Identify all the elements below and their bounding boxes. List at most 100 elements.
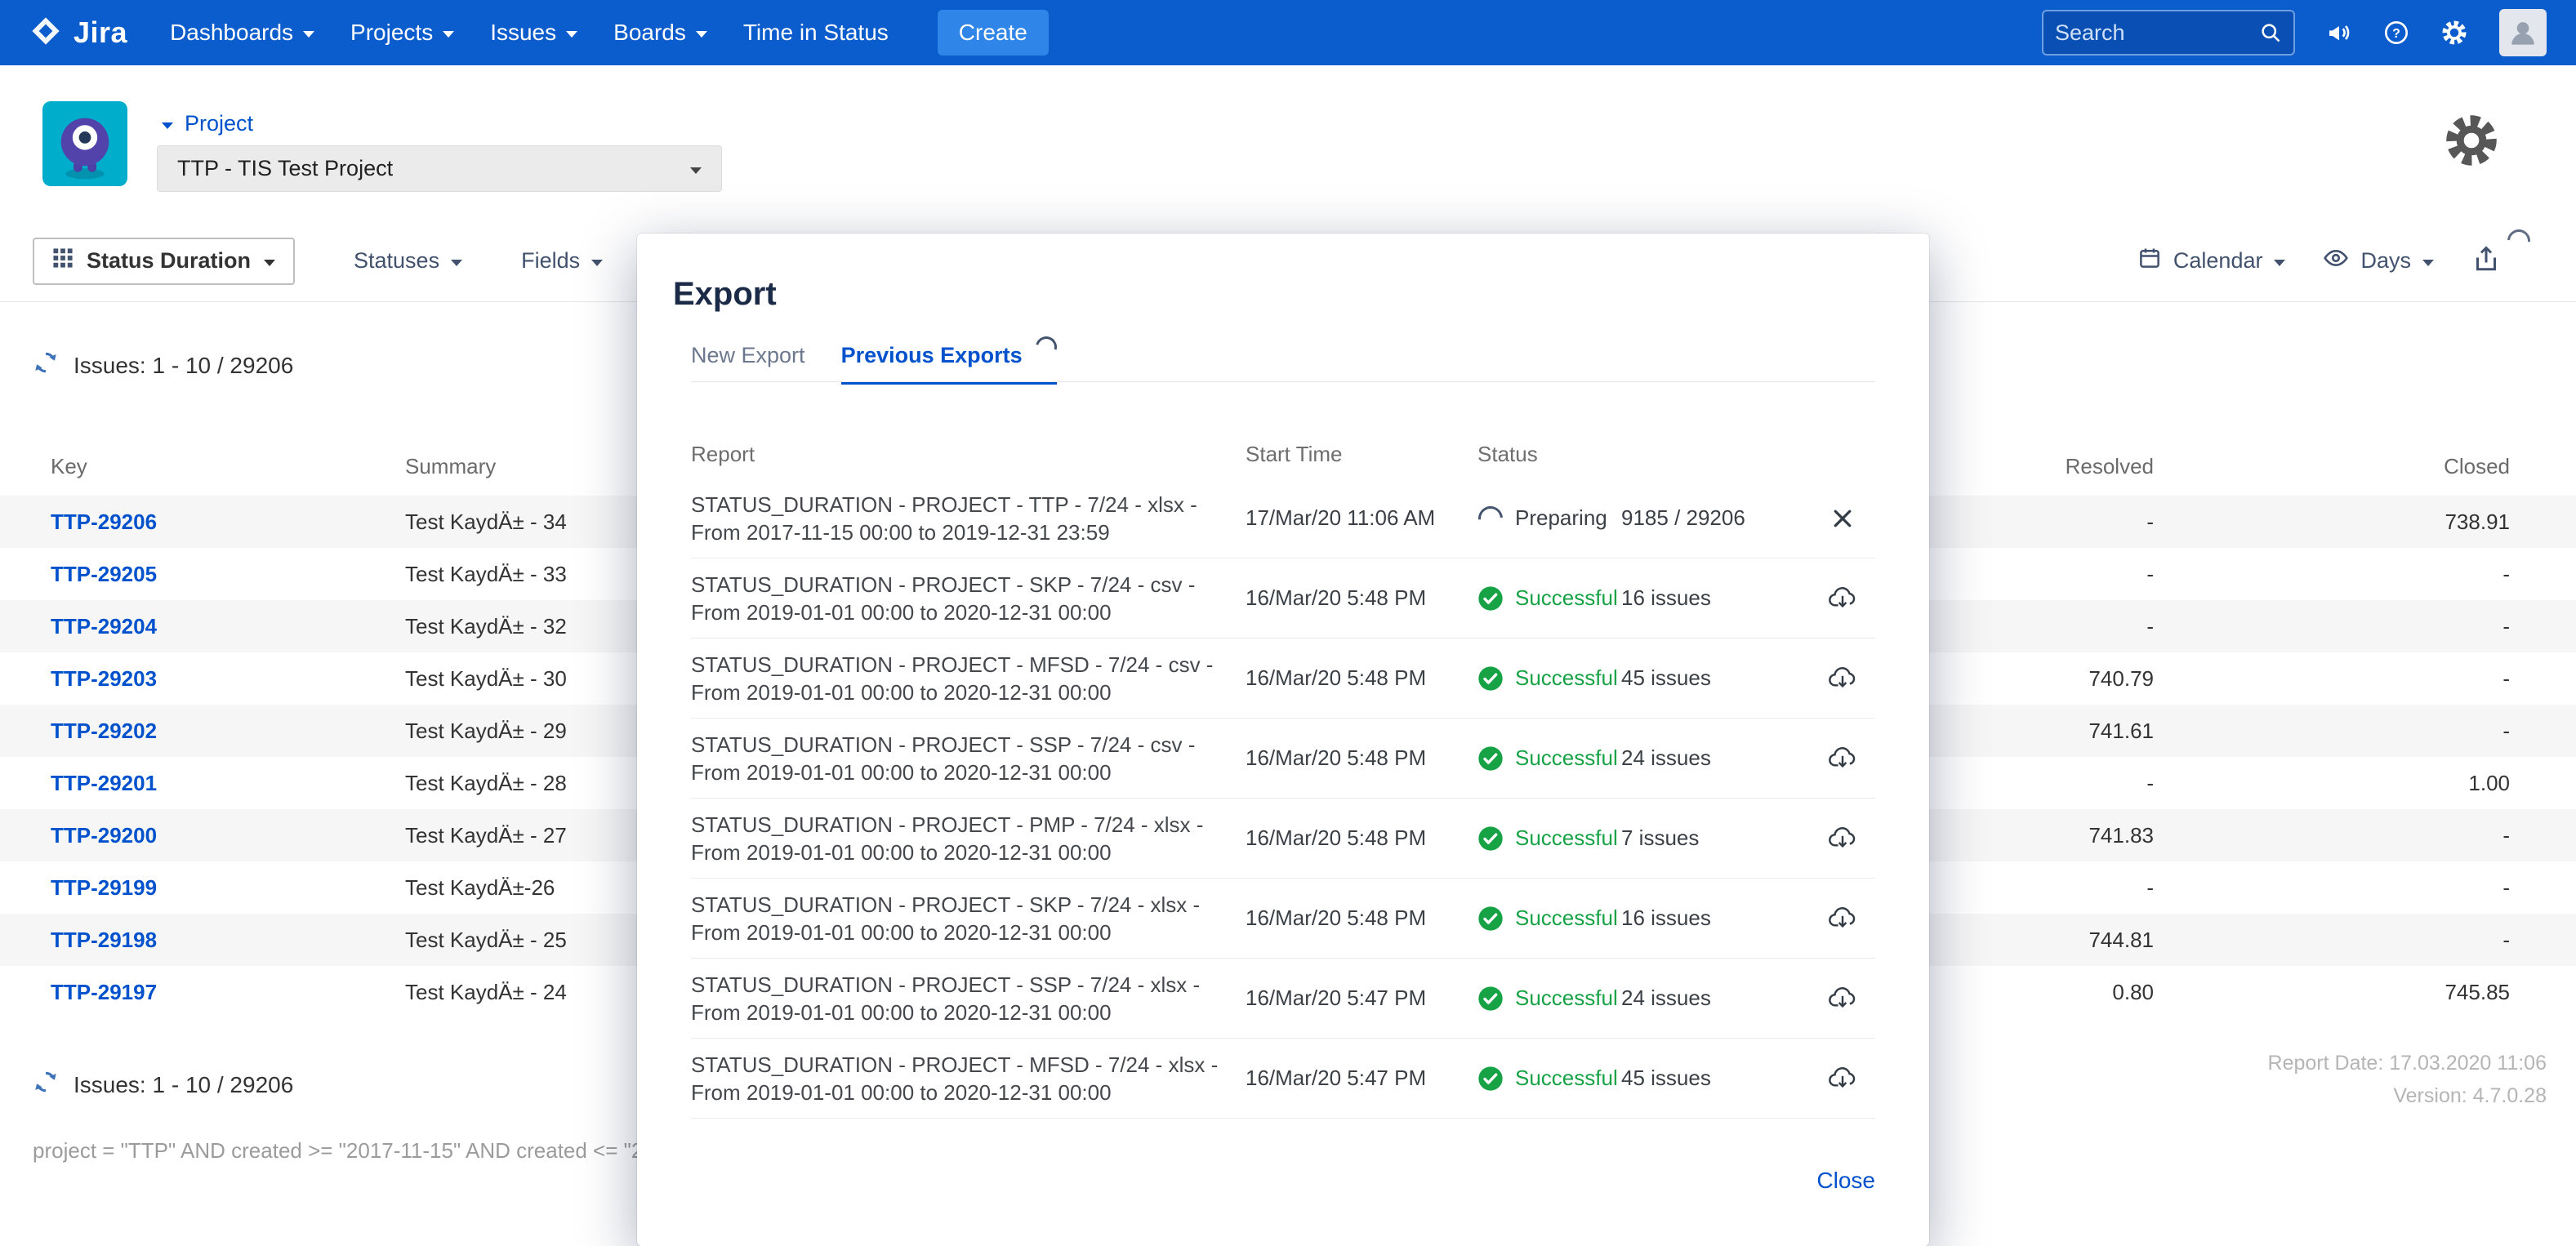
- project-breadcrumb[interactable]: Project: [162, 111, 253, 136]
- calendar-dropdown[interactable]: Calendar: [2137, 246, 2286, 276]
- issue-key-link[interactable]: TTP-29204: [51, 614, 405, 639]
- modal-title: Export: [673, 276, 777, 313]
- export-start-time: 16/Mar/20 5:48 PM: [1246, 825, 1477, 851]
- days-dropdown[interactable]: Days: [2323, 245, 2434, 277]
- tab-new-export[interactable]: New Export: [691, 343, 805, 381]
- issue-key-link[interactable]: TTP-29203: [51, 666, 405, 692]
- tab-label: New Export: [691, 343, 805, 368]
- issue-closed: -: [2154, 719, 2510, 744]
- nav-item-boards[interactable]: Boards: [613, 20, 707, 46]
- download-export-button[interactable]: [1810, 585, 1875, 612]
- issue-key-link[interactable]: TTP-29201: [51, 771, 405, 796]
- download-cloud-icon: [1827, 1065, 1858, 1092]
- tab-spinner-icon: [1032, 332, 1061, 362]
- column-closed[interactable]: Closed: [2154, 454, 2510, 479]
- export-report-name: STATUS_DURATION - PROJECT - SSP - 7/24 -…: [691, 971, 1246, 1026]
- calendar-icon: [2137, 246, 2162, 276]
- status-duration-button[interactable]: Status Duration: [33, 238, 295, 285]
- status-label: Preparing: [1515, 505, 1621, 531]
- preparing-spinner-icon: [1477, 505, 1504, 532]
- download-export-button[interactable]: [1810, 825, 1875, 852]
- search-input[interactable]: [2055, 20, 2259, 46]
- export-report-name: STATUS_DURATION - PROJECT - SSP - 7/24 -…: [691, 731, 1246, 786]
- brand-text: Jira: [74, 16, 127, 50]
- nav-item-dashboards[interactable]: Dashboards: [170, 20, 314, 46]
- cancel-export-button[interactable]: [1810, 506, 1875, 531]
- cancel-x-icon: [1830, 506, 1855, 531]
- project-avatar: [42, 101, 127, 186]
- download-export-button[interactable]: [1810, 745, 1875, 772]
- search-box[interactable]: [2042, 10, 2295, 56]
- report-meta: Report Date: 17.03.2020 11:06 Version: 4…: [2268, 1047, 2547, 1112]
- issue-key-link[interactable]: TTP-29198: [51, 928, 405, 953]
- export-status: Successful 24 issues: [1477, 986, 1810, 1012]
- create-button[interactable]: Create: [938, 10, 1049, 56]
- download-export-button[interactable]: [1810, 905, 1875, 932]
- download-export-button[interactable]: [1810, 665, 1875, 692]
- export-start-time: 16/Mar/20 5:48 PM: [1246, 665, 1477, 691]
- status-detail: 16 issues: [1621, 585, 1711, 611]
- issue-closed: -: [2154, 875, 2510, 901]
- issue-key-link[interactable]: TTP-29202: [51, 719, 405, 744]
- statuses-dropdown[interactable]: Statuses: [354, 248, 462, 274]
- user-avatar[interactable]: [2499, 9, 2547, 56]
- chevron-down-icon: [264, 260, 275, 266]
- refresh-icon[interactable]: [33, 349, 59, 381]
- column-key[interactable]: Key: [51, 454, 405, 479]
- export-start-time: 16/Mar/20 5:47 PM: [1246, 986, 1477, 1011]
- download-cloud-icon: [1827, 665, 1858, 692]
- issue-closed: -: [2154, 823, 2510, 848]
- column-status: Status: [1477, 442, 1810, 467]
- tab-previous-exports[interactable]: Previous Exports: [841, 343, 1057, 385]
- success-check-icon: [1477, 986, 1504, 1012]
- issue-key-link[interactable]: TTP-29197: [51, 980, 405, 1005]
- calendar-label: Calendar: [2173, 248, 2263, 274]
- settings-gear-icon[interactable]: [2442, 111, 2501, 170]
- issue-key-link[interactable]: TTP-29205: [51, 562, 405, 587]
- status-label: Successful: [1515, 986, 1621, 1011]
- modal-tabs: New Export Previous Exports: [691, 343, 1057, 385]
- help-icon[interactable]: ?: [2383, 20, 2409, 46]
- issue-closed: 745.85: [2154, 980, 2510, 1005]
- chevron-down-icon: [591, 260, 603, 266]
- nav-item-time-in-status[interactable]: Time in Status: [743, 20, 889, 46]
- version-label: Version: 4.7.0.28: [2268, 1079, 2547, 1112]
- success-check-icon: [1477, 745, 1504, 772]
- nav-item-label: Time in Status: [743, 20, 889, 46]
- project-select[interactable]: TTP - TIS Test Project: [157, 145, 722, 192]
- export-report-name: STATUS_DURATION - PROJECT - PMP - 7/24 -…: [691, 811, 1246, 866]
- jira-logo[interactable]: Jira: [29, 15, 127, 51]
- fields-dropdown[interactable]: Fields: [521, 248, 603, 274]
- announcement-icon[interactable]: [2326, 20, 2352, 46]
- export-row: STATUS_DURATION - PROJECT - MFSD - 7/24 …: [691, 639, 1875, 719]
- nav-item-label: Boards: [613, 20, 686, 46]
- project-header: Project TTP - TIS Test Project: [0, 65, 2576, 220]
- export-icon[interactable]: [2471, 244, 2501, 278]
- issue-key-link[interactable]: TTP-29206: [51, 510, 405, 535]
- search-icon[interactable]: [2259, 21, 2282, 44]
- gear-icon[interactable]: [2440, 19, 2468, 47]
- exports-table: Report Start Time Status STATUS_DURATION…: [691, 429, 1875, 1119]
- download-export-button[interactable]: [1810, 985, 1875, 1012]
- toolbar-right: Calendar Days: [2137, 244, 2530, 278]
- issue-key-link[interactable]: TTP-29200: [51, 823, 405, 848]
- export-start-time: 16/Mar/20 5:47 PM: [1246, 1066, 1477, 1091]
- export-report-name: STATUS_DURATION - PROJECT - SKP - 7/24 -…: [691, 891, 1246, 946]
- modal-close-button[interactable]: Close: [1816, 1168, 1875, 1194]
- refresh-icon[interactable]: [33, 1069, 59, 1101]
- export-status: Successful 45 issues: [1477, 665, 1810, 692]
- success-check-icon: [1477, 825, 1504, 852]
- download-export-button[interactable]: [1810, 1065, 1875, 1092]
- status-detail: 9185 / 29206: [1621, 505, 1745, 531]
- nav-item-issues[interactable]: Issues: [490, 20, 577, 46]
- export-start-time: 16/Mar/20 5:48 PM: [1246, 906, 1477, 931]
- download-cloud-icon: [1827, 985, 1858, 1012]
- exports-table-header: Report Start Time Status: [691, 429, 1875, 478]
- nav-item-projects[interactable]: Projects: [350, 20, 454, 46]
- issue-key-link[interactable]: TTP-29199: [51, 875, 405, 901]
- export-status: Successful 16 issues: [1477, 585, 1810, 612]
- export-control: [2471, 244, 2530, 278]
- export-row: STATUS_DURATION - PROJECT - TTP - 7/24 -…: [691, 478, 1875, 558]
- chevron-down-icon: [690, 167, 702, 174]
- breadcrumb-label: Project: [185, 111, 253, 136]
